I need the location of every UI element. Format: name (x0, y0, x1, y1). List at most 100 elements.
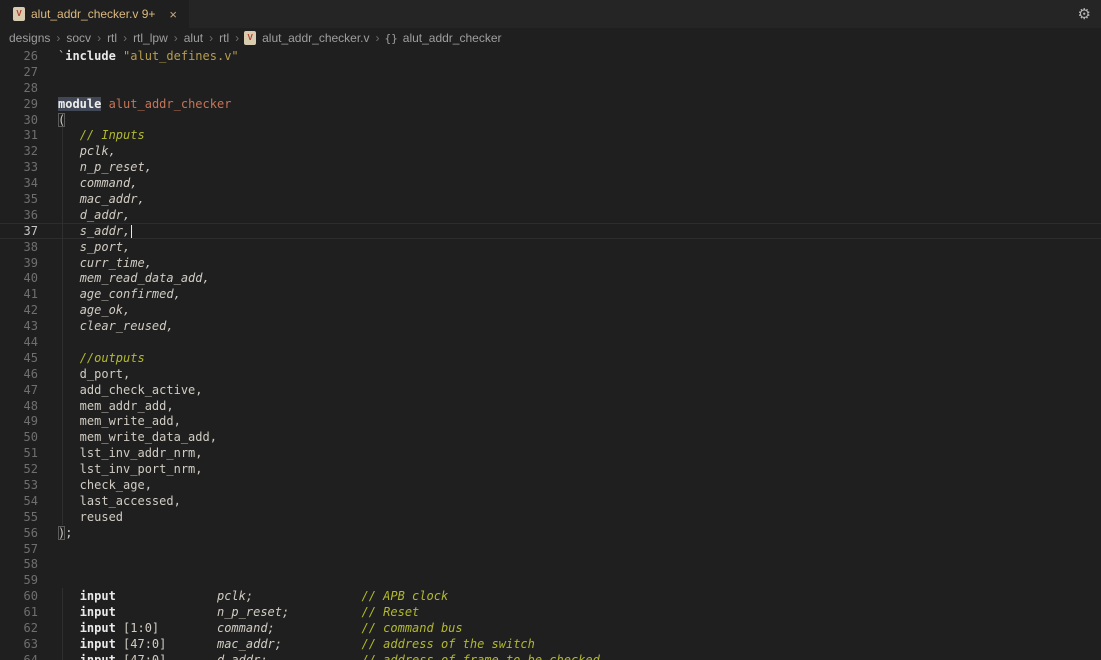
line-number: 41 (0, 287, 38, 301)
code-line-46[interactable]: 46 d_port, (0, 366, 1101, 382)
code-line-61[interactable]: 61 input n_p_reset; // Reset (0, 604, 1101, 620)
gear-icon[interactable]: ⚙ (1078, 7, 1091, 22)
code-line-37[interactable]: 37 s_addr, (0, 223, 1101, 239)
code-token: n_p_reset; (217, 605, 289, 619)
code-line-44[interactable]: 44 (0, 334, 1101, 350)
code-text: pclk, (58, 144, 116, 158)
code-line-62[interactable]: 62 input [1:0] command; // command bus (0, 620, 1101, 636)
code-line-48[interactable]: 48 mem_addr_add, (0, 398, 1101, 414)
code-line-53[interactable]: 53 check_age, (0, 477, 1101, 493)
code-token (116, 49, 123, 63)
line-number: 26 (0, 49, 38, 63)
code-text: input pclk; // APB clock (58, 589, 448, 603)
code-token: d_addr; (217, 653, 268, 660)
code-line-42[interactable]: 42 age_ok, (0, 302, 1101, 318)
code-line-47[interactable]: 47 add_check_active, (0, 382, 1101, 398)
code-line-64[interactable]: 64 input [47:0] d_addr; // address of fr… (0, 652, 1101, 660)
code-text: age_confirmed, (58, 287, 181, 301)
code-text: curr_time, (58, 256, 152, 270)
code-token: [47:0] (116, 653, 217, 660)
code-line-55[interactable]: 55 reused (0, 509, 1101, 525)
tab-alut-addr-checker[interactable]: V alut_addr_checker.v 9+ × (0, 0, 189, 28)
code-line-58[interactable]: 58 (0, 557, 1101, 573)
code-token: n_p_reset, (80, 160, 152, 174)
code-token (116, 605, 217, 619)
line-number: 43 (0, 319, 38, 333)
breadcrumb-item-alut_addr_checker[interactable]: alut_addr_checker (402, 31, 503, 45)
code-token (58, 144, 80, 158)
code-line-52[interactable]: 52 lst_inv_port_nrm, (0, 461, 1101, 477)
code-text: // Inputs (58, 128, 145, 142)
breadcrumb-item-rtl[interactable]: rtl (106, 31, 118, 45)
close-icon[interactable]: × (167, 7, 179, 22)
code-token: pclk, (80, 144, 116, 158)
code-text: s_addr, (58, 224, 132, 238)
code-line-29[interactable]: 29module alut_addr_checker (0, 96, 1101, 112)
code-token: mem_addr_add, (58, 399, 174, 413)
code-line-33[interactable]: 33 n_p_reset, (0, 159, 1101, 175)
code-text: lst_inv_addr_nrm, (58, 446, 203, 460)
code-token (58, 271, 80, 285)
code-token (58, 303, 80, 317)
breadcrumb-item-rtl_lpw[interactable]: rtl_lpw (132, 31, 169, 45)
code-line-34[interactable]: 34 command, (0, 175, 1101, 191)
code-line-40[interactable]: 40 mem_read_data_add, (0, 270, 1101, 286)
code-line-30[interactable]: 30( (0, 112, 1101, 128)
code-token: mac_addr; (217, 637, 282, 651)
breadcrumb-item-alut[interactable]: alut (183, 31, 204, 45)
code-line-60[interactable]: 60 input pclk; // APB clock (0, 588, 1101, 604)
breadcrumb-item-rtl[interactable]: rtl (218, 31, 230, 45)
code-token: mem_read_data_add, (80, 271, 210, 285)
code-line-39[interactable]: 39 curr_time, (0, 255, 1101, 271)
code-text: reused (58, 510, 123, 524)
code-line-63[interactable]: 63 input [47:0] mac_addr; // address of … (0, 636, 1101, 652)
code-line-54[interactable]: 54 last_accessed, (0, 493, 1101, 509)
line-number: 57 (0, 542, 38, 556)
code-line-32[interactable]: 32 pclk, (0, 143, 1101, 159)
code-line-45[interactable]: 45 //outputs (0, 350, 1101, 366)
code-text: last_accessed, (58, 494, 181, 508)
code-line-35[interactable]: 35 mac_addr, (0, 191, 1101, 207)
code-text: mem_read_data_add, (58, 271, 210, 285)
code-text: mem_addr_add, (58, 399, 174, 413)
code-line-56[interactable]: 56); (0, 525, 1101, 541)
line-number: 34 (0, 176, 38, 190)
code-line-41[interactable]: 41 age_confirmed, (0, 286, 1101, 302)
code-line-38[interactable]: 38 s_port, (0, 239, 1101, 255)
code-line-36[interactable]: 36 d_addr, (0, 207, 1101, 223)
code-text: input [47:0] d_addr; // address of frame… (58, 653, 600, 660)
code-token (116, 589, 217, 603)
line-number: 32 (0, 144, 38, 158)
code-line-43[interactable]: 43 clear_reused, (0, 318, 1101, 334)
code-token (58, 176, 80, 190)
code-editor[interactable]: 26`include "alut_defines.v"272829module … (0, 48, 1101, 660)
code-text: n_p_reset, (58, 160, 152, 174)
breadcrumb-item-socv[interactable]: socv (65, 31, 92, 45)
chevron-right-icon: › (376, 31, 380, 45)
line-number: 52 (0, 462, 38, 476)
code-token: check_age, (58, 478, 152, 492)
code-line-26[interactable]: 26`include "alut_defines.v" (0, 48, 1101, 64)
breadcrumb-item-designs[interactable]: designs (8, 31, 51, 45)
line-number: 44 (0, 335, 38, 349)
code-line-27[interactable]: 27 (0, 64, 1101, 80)
tab-bar: V alut_addr_checker.v 9+ × ⚙ (0, 0, 1101, 28)
code-text: ( (58, 113, 65, 127)
code-line-31[interactable]: 31 // Inputs (0, 127, 1101, 143)
code-line-50[interactable]: 50 mem_write_data_add, (0, 429, 1101, 445)
code-token (58, 192, 80, 206)
code-line-51[interactable]: 51 lst_inv_addr_nrm, (0, 445, 1101, 461)
code-line-28[interactable]: 28 (0, 80, 1101, 96)
code-token: [1:0] (116, 621, 217, 635)
code-token: input (80, 605, 116, 619)
breadcrumb-item-alut_addr_checker.v[interactable]: alut_addr_checker.v (261, 31, 370, 45)
code-line-59[interactable]: 59 (0, 572, 1101, 588)
code-token: command; (217, 621, 275, 635)
line-number: 35 (0, 192, 38, 206)
line-number: 49 (0, 414, 38, 428)
line-number: 47 (0, 383, 38, 397)
line-number: 54 (0, 494, 38, 508)
code-line-49[interactable]: 49 mem_write_add, (0, 413, 1101, 429)
code-token: [47:0] (116, 637, 217, 651)
code-line-57[interactable]: 57 (0, 541, 1101, 557)
